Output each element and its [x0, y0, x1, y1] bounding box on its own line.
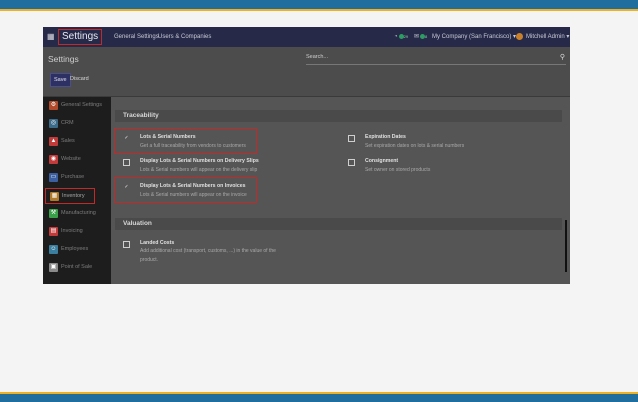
bottom-band [0, 392, 638, 402]
setting-description: Set expiration dates on lots & serial nu… [365, 143, 465, 149]
setting-title: Landed Costs [140, 240, 175, 246]
sidebar-item-label: General Settings [61, 102, 102, 108]
invoicing-icon: ▤ [49, 227, 58, 236]
crm-icon: ◎ [49, 119, 58, 128]
sales-icon: ▲ [49, 137, 58, 146]
messages-count: 8 [425, 34, 428, 39]
top-navbar: ▦ Settings General Settings Users & Comp… [43, 27, 570, 47]
checkbox-landed-costs[interactable] [123, 241, 130, 248]
page-title: Settings [48, 54, 79, 64]
messages-icon[interactable]: ✉ 8 [414, 27, 427, 47]
sidebar-item-label: Invoicing [61, 228, 83, 234]
activity-count: 29 [403, 34, 409, 39]
sidebar-item-label: Manufacturing [61, 210, 96, 216]
sidebar-item-label: Purchase [61, 174, 85, 180]
purchase-icon: ▭ [49, 173, 58, 182]
control-panel: Settings Search... ⚲ Save Discard [43, 47, 570, 97]
checkbox-lots-on-delivery-slips[interactable] [123, 159, 130, 166]
sidebar-item-manufacturing[interactable]: ⚒ Manufacturing [43, 206, 111, 222]
setting-description: Set owner on stored products [365, 167, 431, 173]
setting-title: Display Lots & Serial Numbers on Deliver… [140, 158, 259, 164]
search-input[interactable]: Search... [306, 54, 328, 60]
setting-title: Lots & Serial Numbers [140, 134, 196, 140]
checkbox-lots-serial-numbers[interactable]: ✓ [123, 135, 130, 142]
sidebar-item-invoicing[interactable]: ▤ Invoicing [43, 224, 111, 240]
setting-title: Consignment [365, 158, 399, 164]
inventory-icon: ▦ [50, 192, 59, 201]
highlight-box [114, 128, 257, 154]
setting-title: Expiration Dates [365, 134, 406, 140]
highlight-box [114, 177, 257, 203]
menu-general-settings[interactable]: General Settings [114, 27, 159, 47]
checkbox-lots-on-invoices[interactable]: ✓ [123, 184, 130, 191]
content-scrollbar[interactable] [565, 220, 567, 272]
section-title: Traceability [123, 112, 159, 119]
chevron-down-icon: ▾ [566, 34, 570, 40]
sidebar-item-label: Employees [61, 246, 89, 252]
setting-description: Lots & Serial numbers will appear on the… [140, 167, 258, 173]
sidebar-item-employees[interactable]: ☺ Employees [43, 242, 111, 258]
app-window: ▦ Settings General Settings Users & Comp… [43, 27, 570, 284]
sidebar-item-point-of-sale[interactable]: ▣ Point of Sale [43, 260, 111, 276]
point-of-sale-icon: ▣ [49, 263, 58, 272]
app-title[interactable]: Settings [58, 29, 103, 45]
company-switcher[interactable]: My Company (San Francisco) ▾ [432, 27, 516, 47]
settings-content: Traceability ✓ Lots & Serial Numbers Get… [111, 97, 570, 284]
sidebar-item-website[interactable]: ◉ Website [43, 152, 111, 168]
user-menu[interactable]: Mitchell Admin ▾ [516, 27, 569, 47]
sidebar-item-sales[interactable]: ▲ Sales [43, 134, 111, 150]
search-icon[interactable]: ⚲ [560, 53, 565, 61]
setting-title: Display Lots & Serial Numbers on Invoice… [140, 183, 246, 189]
discard-button[interactable]: Discard [67, 73, 92, 85]
sidebar-item-crm[interactable]: ◎ CRM [43, 116, 111, 132]
sidebar-item-label: Website [61, 156, 81, 162]
general-settings-icon: ⚙ [49, 101, 58, 110]
avatar [516, 32, 523, 40]
section-title: Valuation [123, 220, 152, 227]
menu-users-companies[interactable]: Users & Companies [158, 27, 211, 47]
company-name: My Company (San Francisco) [432, 34, 512, 40]
section-header-valuation: Valuation [115, 218, 562, 230]
top-band [0, 0, 638, 11]
sidebar-item-label: Inventory [62, 193, 85, 199]
search-bar[interactable]: Search... ⚲ [306, 53, 566, 65]
setting-description: Get a full traceability from vendors to … [140, 143, 246, 149]
checkbox-expiration-dates[interactable] [348, 135, 355, 142]
sidebar-item-label: Point of Sale [61, 264, 93, 270]
sidebar-item-label: Sales [61, 138, 75, 144]
apps-menu-icon[interactable]: ▦ [47, 32, 55, 41]
activity-icon[interactable]: ◔ 29 [394, 27, 408, 47]
sidebar-item-label: CRM [61, 120, 74, 126]
employees-icon: ☺ [49, 245, 58, 254]
sidebar-item-general-settings[interactable]: ⚙ General Settings [43, 98, 111, 114]
checkbox-consignment[interactable] [348, 159, 355, 166]
sidebar-item-inventory[interactable]: ▦ Inventory [45, 188, 95, 204]
website-icon: ◉ [49, 155, 58, 164]
section-header-traceability: Traceability [115, 110, 562, 122]
settings-sidebar: ⚙ General Settings ◎ CRM ▲ Sales ◉ Websi… [43, 97, 111, 284]
sidebar-item-purchase[interactable]: ▭ Purchase [43, 170, 111, 186]
user-name: Mitchell Admin [526, 34, 565, 40]
manufacturing-icon: ⚒ [49, 209, 58, 218]
setting-description: Lots & Serial numbers will appear on the… [140, 192, 247, 198]
setting-description: Add additional cost (transport, customs,… [140, 248, 276, 263]
